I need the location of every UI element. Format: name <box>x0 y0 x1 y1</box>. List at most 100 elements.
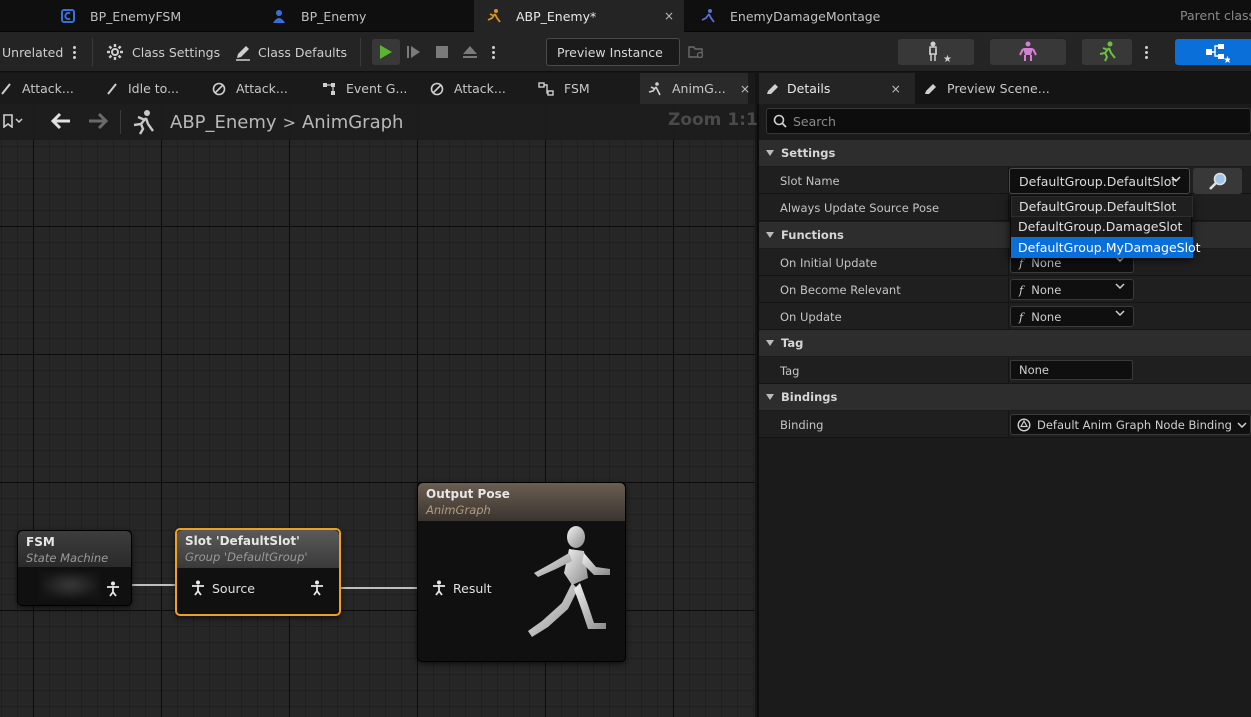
chevron-down-icon <box>765 231 775 239</box>
function-value: None <box>1031 282 1062 297</box>
more-options-icon[interactable] <box>492 44 496 61</box>
slot-node[interactable]: Slot 'DefaultSlot' Group 'DefaultGroup' … <box>175 528 341 616</box>
pin-label: Source <box>212 580 255 596</box>
prop-label: Slot Name <box>780 173 840 188</box>
section-tag[interactable]: Tag <box>759 330 1251 356</box>
find-slot-button[interactable] <box>1193 168 1242 194</box>
chevron-down-icon <box>765 339 775 347</box>
forward-button[interactable] <box>87 112 109 133</box>
graph-tab-label: Attack... <box>236 81 288 96</box>
close-icon[interactable]: × <box>664 9 674 23</box>
slot-name-options: DefaultGroup.DefaultSlot DefaultGroup.Da… <box>1010 195 1201 258</box>
blueprint-class-icon <box>60 8 76 24</box>
graph-mode-button[interactable]: ★ <box>1175 39 1251 65</box>
debug-filter-button[interactable] <box>688 32 704 72</box>
section-bindings[interactable]: Bindings <box>759 384 1251 410</box>
close-icon[interactable]: × <box>891 81 901 96</box>
pose-pin-icon <box>107 581 119 597</box>
transition-icon <box>0 82 12 96</box>
function-dropdown[interactable]: f None <box>1010 306 1134 327</box>
source-input-pin[interactable]: Source <box>191 580 255 596</box>
section-title: Tag <box>781 336 804 350</box>
step-button[interactable] <box>400 39 428 65</box>
play-button[interactable] <box>372 39 400 65</box>
anim-montage-icon <box>700 8 716 24</box>
section-title: Bindings <box>781 390 838 404</box>
graph-tab-idle-to[interactable]: Idle to... <box>106 73 204 104</box>
class-settings-button[interactable]: Class Settings <box>106 32 220 72</box>
function-dropdown[interactable]: f None <box>1010 279 1134 300</box>
column-divider <box>1008 411 1009 438</box>
arrow-right-icon <box>89 112 109 130</box>
graph-tab-attack-1[interactable]: Attack... <box>0 73 98 104</box>
pose-pin-icon <box>433 580 445 596</box>
graph-tab-attack-2[interactable]: Attack... <box>212 73 312 104</box>
breadcrumb-root[interactable]: ABP_Enemy <box>170 112 277 133</box>
gear-icon <box>107 44 123 60</box>
chevron-down-icon <box>1237 422 1247 428</box>
toolbar-divider <box>92 38 93 66</box>
option-defaultslot[interactable]: DefaultGroup.DefaultSlot <box>1011 196 1193 217</box>
column-divider <box>1008 249 1009 276</box>
animation-mode-button[interactable] <box>1082 39 1132 65</box>
state-disabled-icon <box>430 82 444 96</box>
class-defaults-button[interactable]: Class Defaults <box>234 32 347 72</box>
pose-pin-icon <box>311 580 323 596</box>
toolbar-divider <box>360 38 361 66</box>
function-icon: f <box>1019 282 1024 297</box>
close-icon[interactable]: × <box>740 81 750 96</box>
section-settings[interactable]: Settings <box>759 140 1251 166</box>
stop-button[interactable] <box>428 39 456 65</box>
actor-blueprint-icon <box>271 8 287 24</box>
mesh-mode-button[interactable] <box>990 39 1066 65</box>
svg-text:★: ★ <box>1223 55 1230 63</box>
step-forward-icon <box>407 46 420 58</box>
details-search[interactable] <box>766 108 1251 134</box>
option-mydamageslot[interactable]: DefaultGroup.MyDamageSlot <box>1011 237 1201 258</box>
doc-tab-enemydamagemontage[interactable]: EnemyDamageMontage <box>688 0 918 32</box>
bookmark-dropdown[interactable] <box>2 114 24 128</box>
eject-button[interactable] <box>456 39 484 65</box>
chevron-down-icon <box>1171 176 1181 182</box>
result-input-pin[interactable]: Result <box>432 580 492 596</box>
chevron-down-icon <box>765 149 775 157</box>
back-button[interactable] <box>50 112 72 133</box>
zoom-level: Zoom 1:1 <box>668 110 758 130</box>
slot-name-dropdown[interactable]: DefaultGroup.DefaultSlot <box>1009 168 1190 194</box>
node-title: Slot 'DefaultSlot' <box>185 534 300 548</box>
more-options-icon[interactable] <box>1145 44 1149 61</box>
doc-tab-abp-enemy[interactable]: ABP_Enemy* × <box>474 0 684 32</box>
graph-tab-attack-3[interactable]: Attack... <box>430 73 530 104</box>
graph-tab-event-graph[interactable]: Event G... <box>322 73 422 104</box>
pose-output-pin[interactable] <box>106 581 120 597</box>
node-subtitle: Group 'DefaultGroup' <box>185 550 308 564</box>
doc-tab-bp-enemy[interactable]: BP_Enemy <box>259 0 471 32</box>
running-mannequin-icon <box>528 526 610 637</box>
unrelated-filter[interactable]: Unrelated <box>2 32 77 72</box>
pose-pin-icon <box>192 580 204 596</box>
play-icon <box>380 45 392 59</box>
graph-tab-animgraph[interactable]: AnimG... × <box>640 73 750 104</box>
search-input[interactable] <box>793 113 1233 129</box>
graph-tab-label: FSM <box>564 81 590 96</box>
anim-graph-canvas[interactable] <box>0 104 755 717</box>
mesh-figure-icon <box>1019 41 1037 61</box>
chevron-down-icon <box>765 393 775 401</box>
pose-output-pin[interactable] <box>310 580 324 596</box>
more-options-icon[interactable] <box>73 44 77 61</box>
eject-icon <box>463 46 477 58</box>
slot-name-value: DefaultGroup.DefaultSlot <box>1019 173 1177 189</box>
tab-details[interactable]: Details × <box>759 73 915 104</box>
doc-tab-bp-enemyfsm[interactable]: BP_EnemyFSM <box>48 0 268 32</box>
tab-preview-scene[interactable]: Preview Scene... <box>923 73 1063 104</box>
tag-input[interactable]: None <box>1010 360 1133 380</box>
node-header: Output Pose AnimGraph <box>418 483 625 521</box>
node-subtitle: State Machine <box>26 551 109 565</box>
binding-dropdown[interactable]: Default Anim Graph Node Binding <box>1010 414 1251 435</box>
option-damageslot[interactable]: DefaultGroup.DamageSlot <box>1011 216 1193 237</box>
skeleton-mode-button[interactable]: ★ <box>898 39 974 65</box>
fsm-node[interactable]: FSM State Machine <box>17 530 132 606</box>
preview-instance-dropdown[interactable]: Preview Instance <box>546 38 680 66</box>
output-pose-node[interactable]: Output Pose AnimGraph Result <box>417 482 626 662</box>
graph-tab-fsm[interactable]: FSM <box>538 73 634 104</box>
